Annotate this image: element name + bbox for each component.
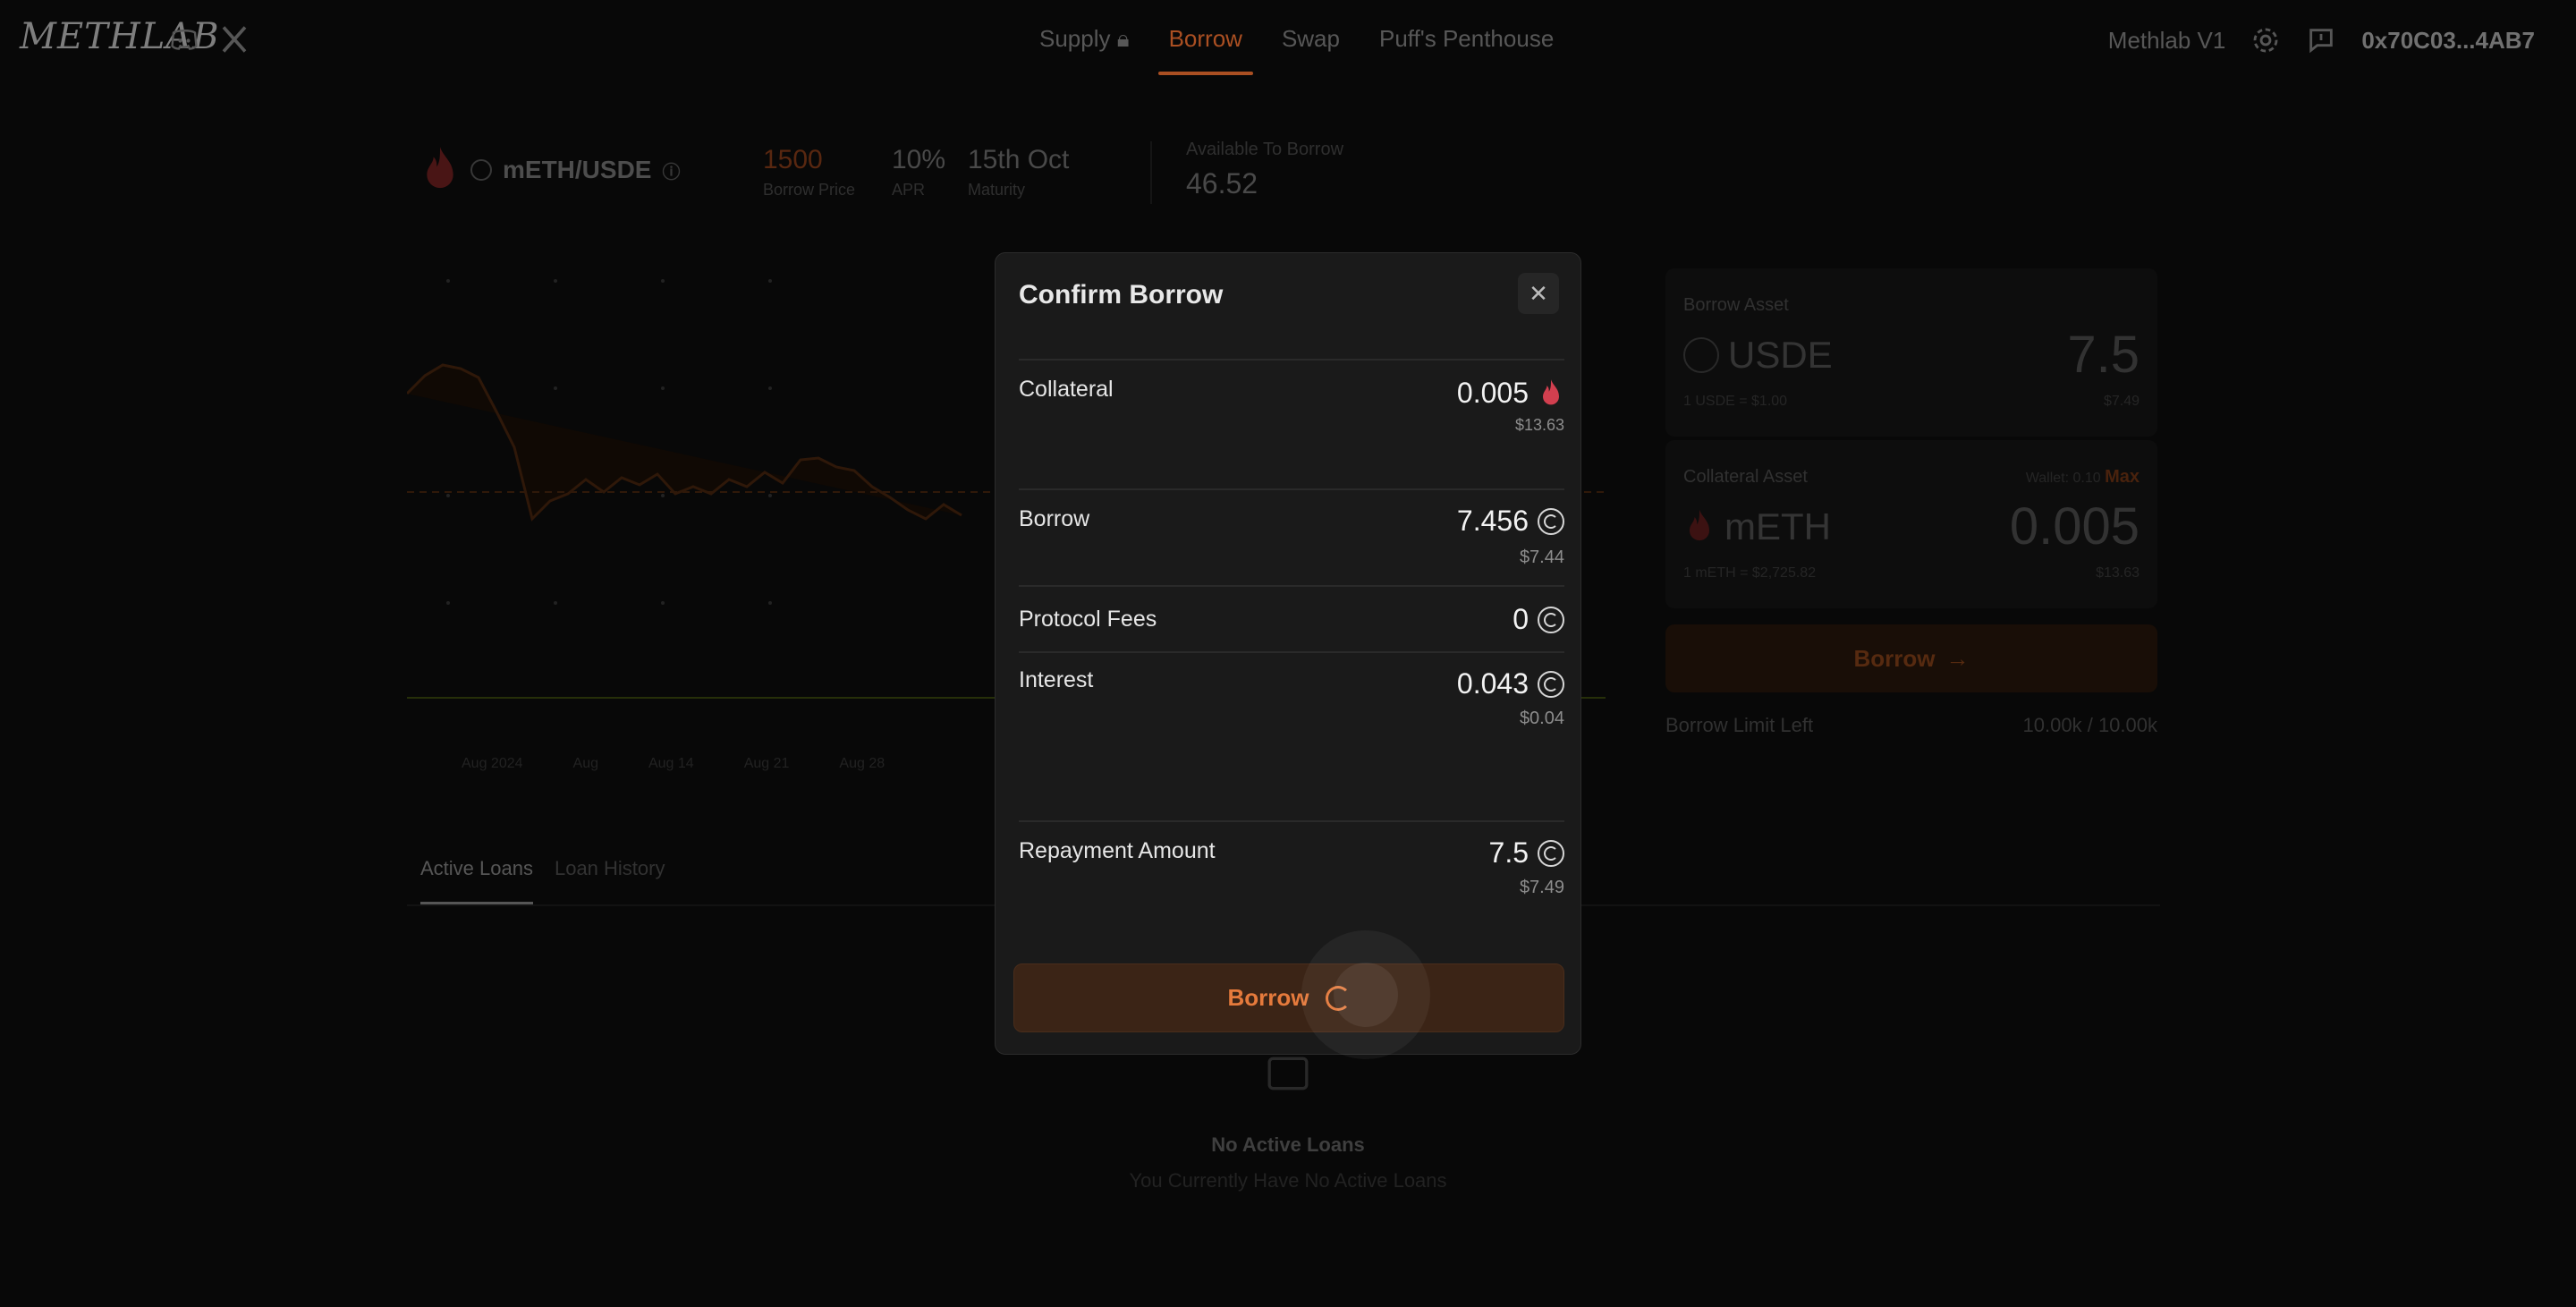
usde-icon [1538,839,1564,867]
click-ripple [1301,930,1430,1059]
confirm-borrow-label: Borrow [1227,984,1309,1011]
confirm-borrow-button[interactable]: Borrow [1013,963,1564,1032]
close-icon: ✕ [1529,279,1548,307]
protocol-fees-row: Protocol Fees 0 [1019,585,1564,651]
repayment-value-group: 7.5 [1489,836,1564,870]
usde-icon [1538,670,1564,698]
usde-icon [1538,606,1564,633]
meth-icon [1543,378,1559,404]
interest-value: 0.043 [1456,667,1529,700]
interest-label: Interest [1019,667,1094,692]
modal-title: Confirm Borrow [1019,280,1224,310]
interest-usd: $0.04 [1519,709,1564,728]
borrow-label: Borrow [1019,506,1090,531]
borrow-usd: $7.44 [1519,547,1564,567]
collateral-label: Collateral [1019,377,1114,402]
collateral-value-group: 0.005 [1457,377,1564,410]
borrow-row: Borrow 7.456 $7.44 [1019,488,1564,585]
repayment-usd: $7.49 [1519,878,1564,897]
protocol-fees-value: 0 [1513,603,1529,635]
collateral-row: Collateral 0.005 $13.63 [1019,359,1564,488]
repayment-row: Repayment Amount 7.5 $7.49 [1019,820,1564,928]
protocol-fees-value-group: 0 [1513,603,1564,636]
interest-row: Interest 0.043 $0.04 [1019,651,1564,820]
borrow-value-group: 7.456 [1457,505,1564,538]
collateral-value: 0.005 [1456,377,1529,409]
confirm-borrow-modal: Confirm Borrow ✕ Collateral 0.005 $13.63… [995,252,1581,1055]
borrow-value: 7.456 [1456,505,1529,537]
collateral-usd: $13.63 [1514,416,1564,434]
protocol-fees-label: Protocol Fees [1019,607,1157,632]
usde-icon [1538,507,1564,535]
repayment-label: Repayment Amount [1019,838,1216,863]
interest-value-group: 0.043 [1457,667,1564,700]
repayment-value: 7.5 [1488,836,1529,869]
close-button[interactable]: ✕ [1518,273,1559,314]
